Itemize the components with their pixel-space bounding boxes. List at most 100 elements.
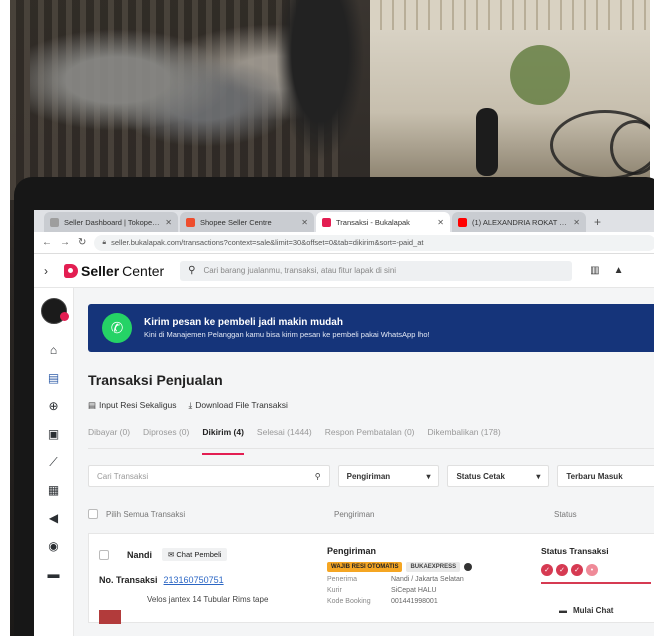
tab-diproses[interactable]: Diproses (0)	[143, 427, 189, 448]
shipping-row: Kode Booking 001441998001	[327, 598, 527, 605]
logo-text-bold: Seller	[81, 262, 120, 279]
chat-buyer-button[interactable]: ✉ Chat Pembeli	[162, 548, 228, 561]
browser-tabs: Seller Dashboard | Tokopedia ✕ Shopee Se…	[34, 210, 654, 232]
gift-icon[interactable]: ▣	[34, 420, 73, 448]
tab-dikembalikan[interactable]: Dikembalikan (178)	[428, 427, 501, 448]
product-thumbnail[interactable]	[99, 610, 121, 624]
tab-respon-pembatalan[interactable]: Respon Pembatalan (0)	[325, 427, 415, 448]
back-arrow-icon[interactable]: ←	[42, 237, 52, 248]
status-title: Status Transaksi	[541, 546, 609, 556]
transaction-search-input[interactable]: Cari Transaksi ⚲	[88, 465, 330, 487]
tab-label: Shopee Seller Centre	[200, 217, 272, 227]
select-all-label: Pilih Semua Transaksi	[106, 509, 186, 519]
transaction-link[interactable]: 213160750751	[164, 575, 224, 585]
header-icons: ▥ ▲	[590, 265, 623, 276]
page-title: Transaksi Penjualan	[88, 372, 223, 388]
whatsapp-banner[interactable]: ✆ Kirim pesan ke pembeli jadi makin muda…	[88, 304, 654, 352]
person-silhouette	[270, 0, 370, 175]
row-key: Kurir	[327, 587, 342, 594]
order-card: Nandi ✉ Chat Pembeli No. Transaksi 213160…	[88, 533, 654, 624]
pengiriman-select[interactable]: Pengiriman ▾	[337, 465, 440, 487]
banner-subtitle: Kini di Manajemen Pelanggan kamu bisa ki…	[144, 330, 430, 339]
book-icon[interactable]: ▥	[590, 265, 599, 276]
check-icon: ✓	[541, 564, 553, 576]
download-label: Download File Transaksi	[195, 400, 288, 410]
close-icon[interactable]: ✕	[437, 218, 444, 227]
sidebar: ⌂ ▤ ⊕ ▣ ⟋ ▦ ◀ ◉ ▬	[34, 288, 74, 636]
order-checkbox[interactable]	[99, 549, 109, 560]
shipping-info: Pengiriman WAJIB RESI OTOMATIS BUKAEXPRE…	[327, 546, 527, 605]
seller-center-logo[interactable]: Seller Center	[64, 263, 164, 279]
chevron-right-icon[interactable]: ›	[44, 264, 56, 278]
forward-arrow-icon[interactable]: →	[60, 237, 70, 248]
tab-youtube[interactable]: (1) ALEXANDRIA ROKAT COVEY ✕	[452, 212, 586, 232]
download-button[interactable]: ⤓ Download File Transaksi	[189, 400, 288, 411]
input-resi-button[interactable]: ▤ Input Resi Sekaligus	[88, 400, 177, 411]
row-value: Nandi / Jakarta Selatan	[391, 576, 464, 583]
main-content: ✆ Kirim pesan ke pembeli jadi makin muda…	[74, 288, 654, 636]
tab-label: Transaksi - Bukalapak	[336, 217, 410, 227]
reload-icon[interactable]: ↻	[78, 237, 86, 248]
tab-tokopedia[interactable]: Seller Dashboard | Tokopedia ✕	[44, 212, 178, 232]
search-placeholder: Cari Transaksi	[97, 471, 149, 481]
report-icon[interactable]: ▦	[34, 476, 73, 504]
worker-silhouette	[476, 108, 498, 176]
order-info: Nandi ✉ Chat Pembeli No. Transaksi 213160…	[99, 548, 319, 604]
sort-select[interactable]: Terbaru Masuk	[557, 465, 654, 487]
notification-icon[interactable]: ◉	[34, 532, 73, 560]
home-icon[interactable]: ⌂	[34, 336, 73, 364]
select-value: Pengiriman	[346, 471, 391, 481]
laptop-screen: Seller Dashboard | Tokopedia ✕ Shopee Se…	[34, 210, 654, 636]
new-tab-button[interactable]: +	[588, 212, 607, 232]
chevron-down-icon: ▾	[536, 471, 541, 481]
tab-dibayar[interactable]: Dibayar (0)	[88, 427, 130, 448]
status-steps: ✓ ✓ ✓ •	[541, 564, 651, 576]
shipping-row: Penerima Nandi / Jakarta Selatan	[327, 576, 527, 583]
chat-bubble-icon: ▬	[559, 606, 567, 615]
mulai-chat-label: Mulai Chat	[573, 606, 614, 615]
avatar[interactable]	[40, 298, 69, 324]
row-value: 001441998001	[391, 598, 438, 605]
input-resi-label: Input Resi Sekaligus	[99, 400, 177, 410]
address-bar: ← → ↻ 🔒︎ seller.bukalapak.com/transactio…	[34, 232, 654, 254]
transaction-number: No. Transaksi 213160750751	[99, 575, 319, 585]
laptop: Seller Dashboard | Tokopedia ✕ Shopee Se…	[14, 177, 654, 636]
status-cetak-select[interactable]: Status Cetak ▾	[447, 465, 550, 487]
row-key: Kode Booking	[327, 598, 371, 605]
store-icon[interactable]: ▬	[34, 560, 73, 588]
banner-title: Kirim pesan ke pembeli jadi makin mudah	[144, 317, 343, 328]
close-icon[interactable]: ✕	[301, 218, 308, 227]
chevron-down-icon: ▾	[426, 471, 431, 481]
url-text: seller.bukalapak.com/transactions?contex…	[111, 238, 424, 247]
shopee-favicon-icon	[186, 217, 195, 227]
search-placeholder: Cari barang jualanmu, transaksi, atau fi…	[203, 266, 397, 275]
shipping-row: Kurir SiCepat HALU	[327, 587, 527, 594]
transaction-label: No. Transaksi	[99, 575, 158, 585]
transaction-tabs: Dibayar (0) Diproses (0) Dikirim (4) Sel…	[88, 427, 654, 455]
mulai-chat-button[interactable]: ▬ Mulai Chat	[559, 606, 613, 615]
select-value: Status Cetak	[456, 471, 505, 481]
megaphone-icon[interactable]: ◀	[34, 504, 73, 532]
bukalapak-logo-icon	[64, 263, 78, 278]
close-icon[interactable]: ✕	[165, 218, 172, 227]
clipboard-icon[interactable]: ▤	[34, 364, 73, 392]
help-icon[interactable]	[464, 563, 473, 571]
add-circle-icon[interactable]: ⊕	[34, 392, 73, 420]
tab-shopee[interactable]: Shopee Seller Centre ✕	[180, 212, 314, 232]
select-all-checkbox[interactable]	[88, 509, 98, 519]
graduation-cap-icon[interactable]: ▲	[614, 265, 624, 276]
search-icon: ⚲	[314, 471, 321, 481]
select-value: Terbaru Masuk	[566, 471, 623, 481]
tab-dikirim[interactable]: Dikirim (4)	[202, 427, 244, 455]
close-icon[interactable]: ✕	[573, 218, 580, 227]
tab-selesai[interactable]: Selesai (1444)	[257, 427, 312, 448]
tab-bukalapak[interactable]: Transaksi - Bukalapak ✕	[316, 212, 450, 232]
shipping-title: Pengiriman	[327, 546, 377, 556]
tree	[510, 45, 570, 105]
chart-icon[interactable]: ⟋	[34, 448, 73, 476]
url-field[interactable]: 🔒︎ seller.bukalapak.com/transactions?con…	[94, 234, 654, 251]
app-search-input[interactable]: ⚲ Cari barang jualanmu, transaksi, atau …	[180, 260, 573, 281]
resi-badge: WAJIB RESI OTOMATIS	[327, 562, 403, 572]
filter-bar: Cari Transaksi ⚲ Pengiriman ▾ Status Cet…	[88, 465, 654, 487]
product-name[interactable]: Velos jantex 14 Tubular Rims tape	[147, 595, 319, 604]
